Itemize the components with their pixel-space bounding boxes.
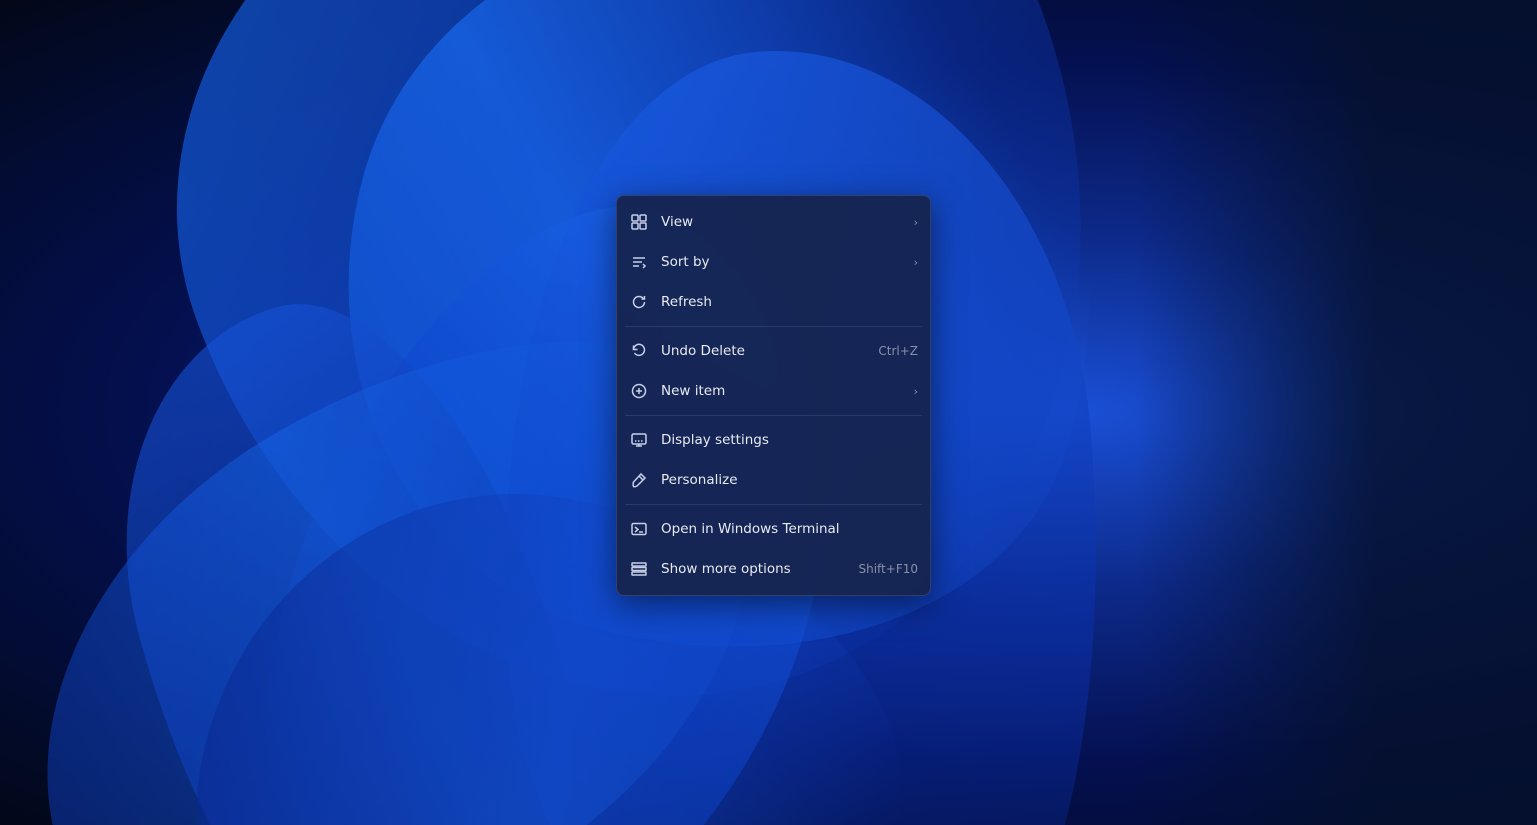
refresh-icon [629, 292, 649, 312]
menu-item-refresh[interactable]: Refresh [617, 282, 930, 322]
menu-item-undo-delete-label: Undo Delete [661, 343, 870, 359]
chevron-right-icon-3: › [914, 385, 918, 398]
display-icon [629, 430, 649, 450]
chevron-right-icon: › [914, 216, 918, 229]
menu-item-view-label: View [661, 214, 906, 230]
menu-item-undo-delete[interactable]: Undo Delete Ctrl+Z [617, 331, 930, 371]
menu-item-view[interactable]: View › [617, 202, 930, 242]
menu-item-open-terminal[interactable]: Open in Windows Terminal [617, 509, 930, 549]
menu-item-open-terminal-label: Open in Windows Terminal [661, 521, 918, 537]
grid-icon [629, 212, 649, 232]
menu-item-sort-by-label: Sort by [661, 254, 906, 270]
more-options-icon [629, 559, 649, 579]
menu-item-personalize[interactable]: Personalize [617, 460, 930, 500]
divider-1 [625, 326, 922, 327]
menu-item-refresh-label: Refresh [661, 294, 918, 310]
menu-item-display-settings[interactable]: Display settings [617, 420, 930, 460]
dark-overlay [1137, 0, 1537, 825]
show-more-shortcut: Shift+F10 [858, 562, 918, 576]
menu-item-new-item-label: New item [661, 383, 906, 399]
menu-item-show-more[interactable]: Show more options Shift+F10 [617, 549, 930, 589]
menu-item-show-more-label: Show more options [661, 561, 850, 577]
undo-icon [629, 341, 649, 361]
divider-3 [625, 504, 922, 505]
menu-item-display-settings-label: Display settings [661, 432, 918, 448]
context-menu: View › Sort by › Refresh [616, 195, 931, 596]
divider-2 [625, 415, 922, 416]
chevron-right-icon-2: › [914, 256, 918, 269]
plus-circle-icon [629, 381, 649, 401]
terminal-icon [629, 519, 649, 539]
brush-icon [629, 470, 649, 490]
menu-item-sort-by[interactable]: Sort by › [617, 242, 930, 282]
sort-icon [629, 252, 649, 272]
menu-item-personalize-label: Personalize [661, 472, 918, 488]
menu-item-new-item[interactable]: New item › [617, 371, 930, 411]
undo-delete-shortcut: Ctrl+Z [878, 344, 918, 358]
